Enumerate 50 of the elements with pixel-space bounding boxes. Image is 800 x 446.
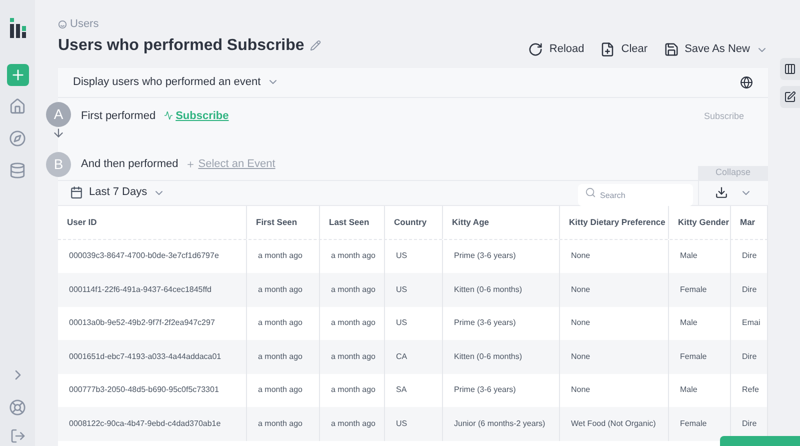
- edit-icon: [784, 91, 796, 103]
- step-label: First performed: [81, 108, 156, 124]
- mode-dropdown[interactable]: Display users who performed an event: [73, 74, 279, 90]
- plus-icon: [10, 67, 26, 83]
- clear-button[interactable]: Clear: [600, 41, 648, 58]
- logo-icon: [10, 18, 26, 38]
- columns-icon: [784, 63, 796, 75]
- file-plus-icon: [600, 42, 616, 57]
- step-badge: B: [46, 152, 71, 177]
- date-range-dropdown[interactable]: Last 7 Days: [89, 184, 166, 201]
- notes-button[interactable]: [780, 86, 800, 108]
- new-button[interactable]: [6, 64, 28, 86]
- smiley-icon: [58, 20, 67, 29]
- columns-button[interactable]: [780, 58, 800, 80]
- save-icon: [664, 42, 679, 57]
- step-badge: A: [46, 102, 71, 126]
- table-cell: a month ago: [320, 407, 385, 440]
- table-cell: US: [385, 407, 443, 440]
- column-header[interactable]: First Seen: [247, 206, 320, 238]
- column-header[interactable]: Kitty Age: [443, 206, 560, 238]
- column-header[interactable]: Kitty Dietary Preference: [560, 206, 669, 238]
- plus-icon: [186, 160, 196, 169]
- save-button[interactable]: Save As New: [664, 41, 768, 58]
- calendar-icon: [70, 186, 83, 199]
- event-name-label: Subscribe: [704, 110, 744, 122]
- page-title: Users who performed Subscribe: [58, 36, 304, 56]
- arrow-down-icon: [52, 126, 65, 140]
- search-field[interactable]: Search: [578, 184, 693, 206]
- step-label: And then performed: [81, 157, 178, 172]
- reload-button[interactable]: Reload: [528, 41, 584, 58]
- table-cell: Wet Food (Not Organic): [560, 407, 669, 440]
- home-icon[interactable]: [9, 98, 26, 115]
- column-header[interactable]: Mar: [731, 206, 768, 238]
- column-header[interactable]: Country: [385, 206, 443, 238]
- download-icon[interactable]: [715, 186, 728, 199]
- column-header[interactable]: Kitty Gender: [669, 206, 731, 238]
- search-icon: [585, 186, 596, 198]
- globe-icon[interactable]: [740, 76, 753, 88]
- column-header[interactable]: User ID: [58, 206, 247, 238]
- database-icon[interactable]: [9, 162, 26, 179]
- compass-icon[interactable]: [9, 130, 26, 147]
- logout-icon[interactable]: [10, 428, 26, 444]
- activity-icon: [164, 111, 173, 120]
- table-cell: a month ago: [247, 407, 320, 440]
- edit-icon[interactable]: [310, 40, 322, 51]
- help-icon[interactable]: [9, 399, 26, 416]
- column-header[interactable]: Last Seen: [320, 206, 385, 238]
- table-cell: Junior (6 months-2 years): [443, 407, 560, 440]
- table-cell: 0008122c-90ca-4b47-9ebd-c4dad370ab1e: [58, 407, 247, 440]
- reload-icon: [528, 42, 544, 57]
